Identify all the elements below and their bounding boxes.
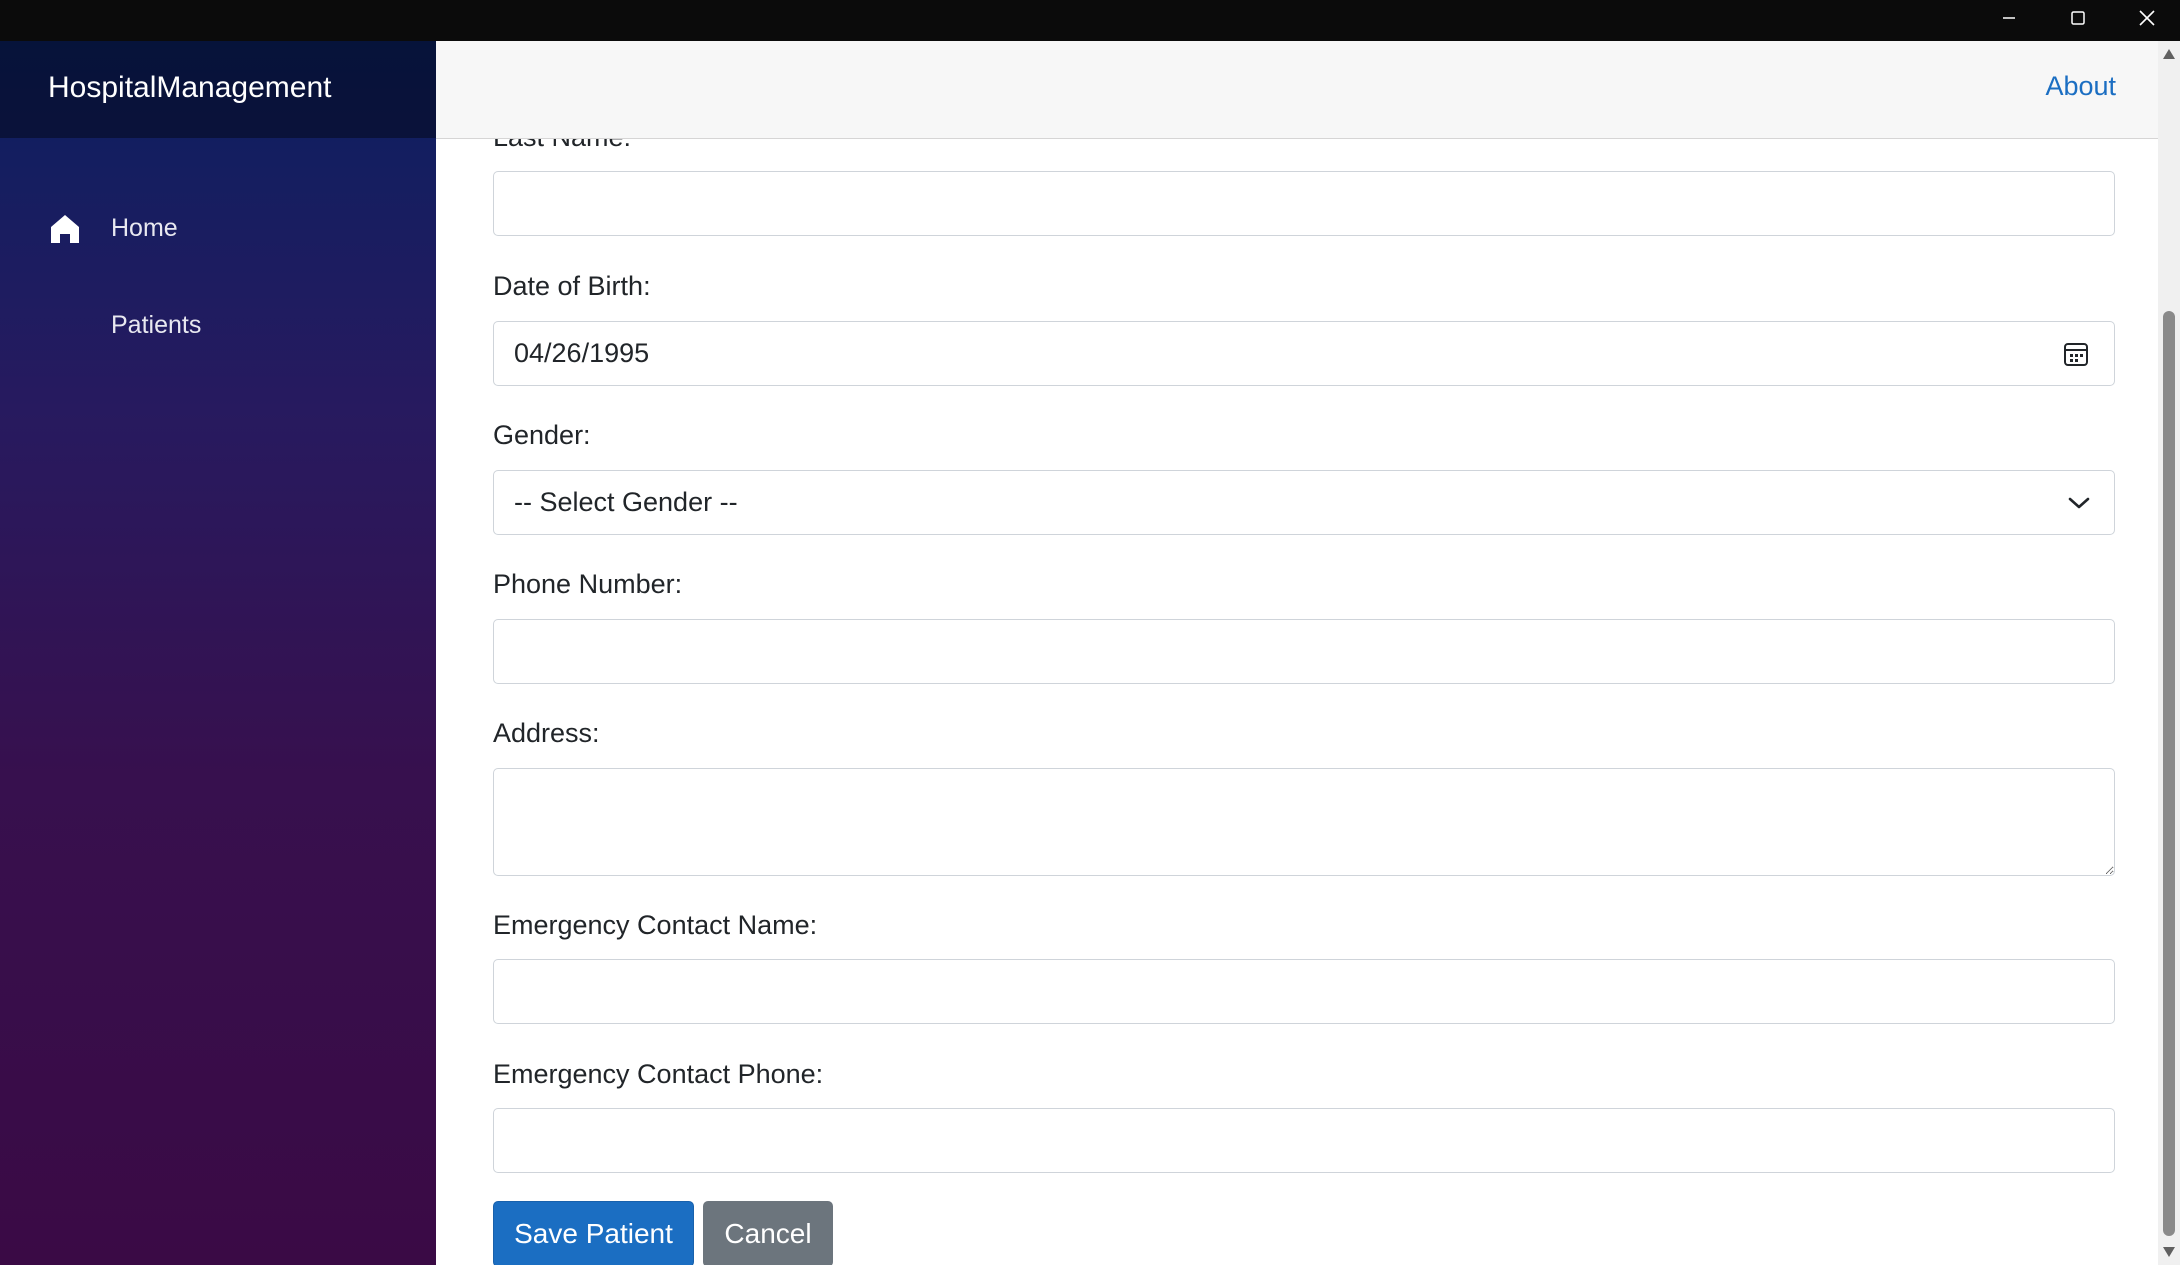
app-brand[interactable]: HospitalManagement <box>48 70 332 106</box>
emergency-name-field[interactable] <box>493 959 2115 1024</box>
gender-label: Gender: <box>493 420 591 450</box>
phone-field[interactable] <box>493 619 2115 684</box>
save-patient-button[interactable]: Save Patient <box>493 1201 694 1265</box>
top-row: About <box>436 41 2158 139</box>
address-label: Address: <box>493 718 600 748</box>
last-name-label: Last Name: <box>493 139 631 155</box>
calendar-icon[interactable] <box>2062 340 2090 368</box>
sidebar-item-patients[interactable]: Patients <box>48 296 408 356</box>
patient-form: Last Name: Date of Birth: 04/26/1995 Gen… <box>436 139 2158 1265</box>
window-title-bar <box>0 0 2180 41</box>
emergency-name-label: Emergency Contact Name: <box>493 910 818 940</box>
scroll-down-icon[interactable] <box>2162 1245 2176 1259</box>
scroll-thumb[interactable] <box>2163 311 2175 1236</box>
cancel-button[interactable]: Cancel <box>703 1201 833 1265</box>
scroll-up-icon[interactable] <box>2162 47 2176 61</box>
minimize-icon <box>2002 17 2015 19</box>
brand-bar: HospitalManagement <box>0 41 436 138</box>
phone-label: Phone Number: <box>493 569 683 599</box>
address-field[interactable] <box>493 768 2115 876</box>
sidebar-item-label: Home <box>111 214 178 242</box>
dob-value: 04/26/1995 <box>514 338 650 368</box>
emergency-phone-field[interactable] <box>493 1108 2115 1173</box>
close-button[interactable] <box>2112 0 2180 36</box>
about-link[interactable]: About <box>2045 71 2116 102</box>
gender-selected-value: -- Select Gender -- <box>514 487 738 517</box>
vertical-scrollbar[interactable] <box>2158 41 2180 1265</box>
sidebar-item-label: Patients <box>111 311 202 339</box>
minimize-button[interactable] <box>1974 0 2043 36</box>
last-name-field[interactable] <box>493 171 2115 236</box>
home-icon <box>48 211 96 247</box>
close-icon <box>2138 10 2155 26</box>
maximize-icon <box>2070 11 2085 25</box>
sidebar: HospitalManagement Home Patients <box>0 41 436 1265</box>
sidebar-item-home[interactable]: Home <box>48 199 408 259</box>
gender-select[interactable]: -- Select Gender -- <box>493 470 2115 535</box>
emergency-phone-label: Emergency Contact Phone: <box>493 1059 824 1089</box>
dob-field[interactable]: 04/26/1995 <box>493 321 2115 386</box>
chevron-down-icon <box>2068 496 2090 510</box>
dob-label: Date of Birth: <box>493 271 651 301</box>
maximize-button[interactable] <box>2043 0 2112 36</box>
